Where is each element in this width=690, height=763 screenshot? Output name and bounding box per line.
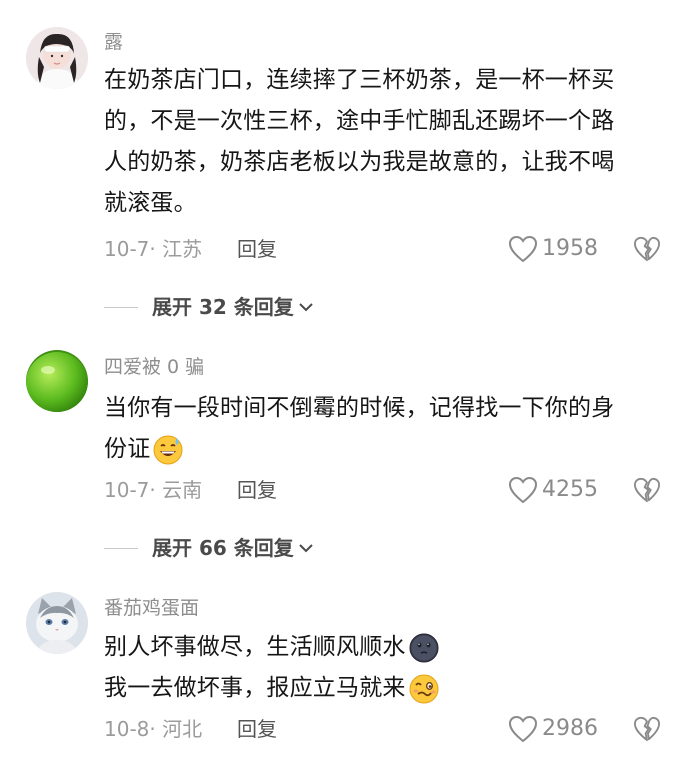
author-name[interactable]: 番茄鸡蛋面	[104, 596, 199, 620]
woozy-face-emoji	[409, 674, 439, 703]
comment-text: 别人坏事做尽，生活顺风顺水 我一去做坏事，报应立马就来	[104, 627, 664, 709]
comment-text: 当你有一段时间不倒霉的时候，记得找一下你的身 份证	[104, 388, 664, 470]
like-button[interactable]: 4255	[508, 475, 598, 505]
cat-avatar-icon	[26, 592, 88, 654]
reply-button[interactable]: 回复	[237, 716, 277, 742]
expand-replies-label: 展开 66 条回复	[152, 536, 294, 560]
comment-line-text: 别人坏事做尽，生活顺风顺水	[104, 634, 406, 660]
expand-replies[interactable]: 展开 32 条回复	[104, 294, 314, 320]
comment-line-text: 份证	[104, 436, 151, 462]
date-location: 10-7· 江苏	[104, 237, 203, 261]
expand-replies-label: 展开 32 条回复	[152, 295, 294, 319]
like-count: 1958	[542, 236, 598, 261]
comment-line: 在奶茶店门口，连续摔了三杯奶茶，是一杯一杯买	[104, 67, 615, 93]
comment-text: 在奶茶店门口，连续摔了三杯奶茶，是一杯一杯买 的，不是一次性三杯，途中手忙脚乱还…	[104, 60, 664, 224]
comment-line: 我一去做坏事，报应立马就来	[104, 668, 664, 709]
broken-heart-icon	[634, 716, 660, 742]
chevron-down-icon	[298, 301, 314, 313]
grinning-sweat-emoji	[153, 435, 183, 464]
comment-line: 就滚蛋。	[104, 190, 197, 216]
comment-line: 当你有一段时间不倒霉的时候，记得找一下你的身	[104, 395, 615, 421]
divider	[104, 306, 138, 308]
like-count: 2986	[542, 716, 598, 741]
comment-line: 人的奶茶，奶茶店老板以为我是故意的，让我不喝	[104, 149, 615, 175]
author-name[interactable]: 露	[104, 30, 123, 54]
green-apple-icon	[26, 350, 88, 412]
chevron-down-icon	[298, 542, 314, 554]
comment-line-text: 我一去做坏事，报应立马就来	[104, 675, 406, 701]
heart-icon	[508, 715, 538, 743]
comment-line: 的，不是一次性三杯，途中手忙脚乱还踢坏一个路	[104, 108, 615, 134]
expand-replies[interactable]: 展开 66 条回复	[104, 535, 314, 561]
girl-avatar-icon	[26, 27, 88, 89]
dislike-button[interactable]	[632, 475, 662, 505]
like-button[interactable]: 1958	[508, 234, 598, 264]
author-name[interactable]: 四爱被 0 骗	[104, 355, 204, 379]
date-location: 10-7· 云南	[104, 478, 203, 502]
dislike-button[interactable]	[632, 714, 662, 744]
broken-heart-icon	[634, 236, 660, 262]
divider	[104, 547, 138, 549]
like-button[interactable]: 2986	[508, 714, 598, 744]
broken-heart-icon	[634, 477, 660, 503]
dislike-button[interactable]	[632, 234, 662, 264]
date-location: 10-8· 河北	[104, 717, 203, 741]
heart-icon	[508, 235, 538, 263]
comment-line: 份证	[104, 429, 664, 470]
heart-icon	[508, 476, 538, 504]
avatar[interactable]	[26, 350, 88, 412]
avatar[interactable]	[26, 592, 88, 654]
comment-line: 别人坏事做尽，生活顺风顺水	[104, 627, 664, 668]
avatar[interactable]	[26, 27, 88, 89]
reply-button[interactable]: 回复	[237, 236, 277, 262]
dark-face-emoji	[409, 633, 439, 662]
like-count: 4255	[542, 477, 598, 502]
reply-button[interactable]: 回复	[237, 477, 277, 503]
